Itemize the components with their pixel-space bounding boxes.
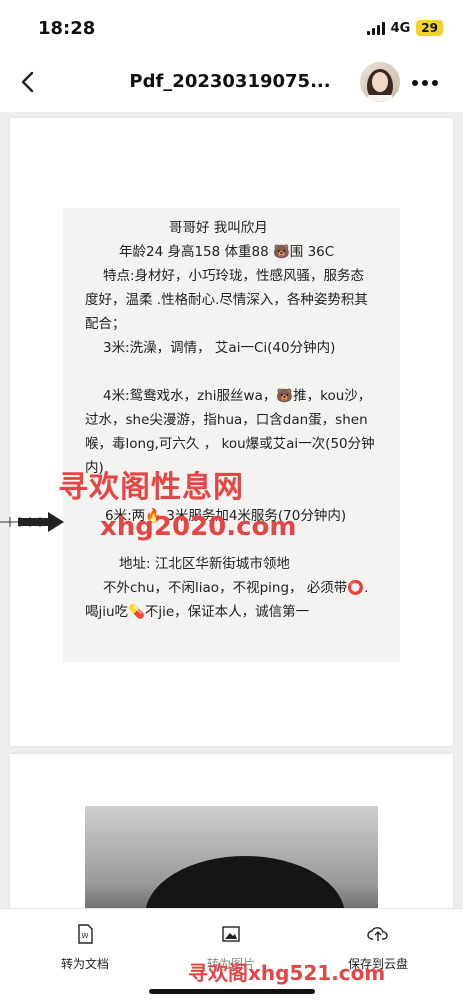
text-line: 4米:鸳鸯戏水，zhi服丝wa，🐻推，kou沙，: [103, 388, 372, 404]
watermark-text: 寻欢阁性息网: [58, 470, 244, 505]
watermark-bottom: 寻欢阁xhg521.com: [188, 961, 386, 985]
svg-text:W: W: [82, 932, 89, 940]
text-line: 过水，she尖漫游，指hua，口含dan蛋，shen: [85, 412, 368, 428]
status-bar: 18:28 4G 29: [0, 0, 463, 56]
back-button[interactable]: [14, 68, 44, 98]
battery-icon: 29: [416, 20, 443, 36]
cloud-upload-icon: [367, 927, 388, 941]
watermark-url: xhg2020.com: [100, 512, 297, 542]
text-line: 喝jiu吃💊不jie，保证本人，诚信第一: [85, 604, 310, 620]
text-line: 喉，毒long,可六久 ， kou爆或艾ai一次(50分钟: [85, 436, 375, 452]
home-indicator: [149, 989, 315, 994]
text-line: 配合；: [85, 316, 126, 332]
text-line: 3米:洗澡，调情， 艾ai一Ci(40分钟内): [103, 340, 336, 356]
text-line: 年龄24 身高158 体重88 🐻围 36C: [119, 244, 335, 260]
pdf-viewer[interactable]: 哥哥好 我叫欣月 年龄24 身高158 体重88 🐻围 36C 特点:身材好，小…: [0, 112, 463, 908]
ad-image: 哥哥好 我叫欣月 年龄24 身高158 体重88 🐻围 36C 特点:身材好，小…: [63, 208, 400, 662]
convert-to-doc-button[interactable]: W 转为文档: [30, 923, 140, 972]
photo-image: [85, 806, 378, 908]
text-line: 度好，温柔 .性格耐心.尽情深入，各种姿势积其: [85, 292, 368, 308]
status-time: 18:28: [38, 18, 96, 39]
document-title: Pdf_20230319075...: [129, 71, 331, 92]
convert-label: 转为文档: [60, 957, 109, 971]
status-indicators: 4G 29: [366, 20, 443, 36]
text-line: 哥哥好 我叫欣月: [169, 220, 268, 236]
pdf-page: [10, 754, 453, 908]
chevron-left-icon: [21, 71, 34, 93]
avatar-image: [367, 69, 393, 102]
bottom-toolbar: W 转为文档 转为图片 保存到云盘 寻欢阁xhg521.com: [0, 908, 463, 1001]
signal-icon: [366, 21, 385, 35]
more-horizontal-icon: [412, 80, 438, 86]
nav-bar: Pdf_20230319075...: [0, 56, 463, 112]
pdf-page: 哥哥好 我叫欣月 年龄24 身高158 体重88 🐻围 36C 特点:身材好，小…: [0, 118, 453, 746]
word-document-icon: W: [78, 924, 93, 944]
arrow-icon: [0, 512, 64, 532]
text-line: 地址: 江北区华新街城市领地: [119, 556, 290, 572]
text-line: 不外chu，不闲liao，不视ping， 必须带⭕.: [103, 580, 369, 596]
avatar[interactable]: [360, 62, 400, 102]
text-line: 特点:身材好，小巧玲珑，性感风骚，服务态: [103, 268, 365, 284]
more-button[interactable]: [410, 73, 440, 93]
network-label: 4G: [390, 20, 411, 36]
image-icon: [222, 926, 240, 942]
